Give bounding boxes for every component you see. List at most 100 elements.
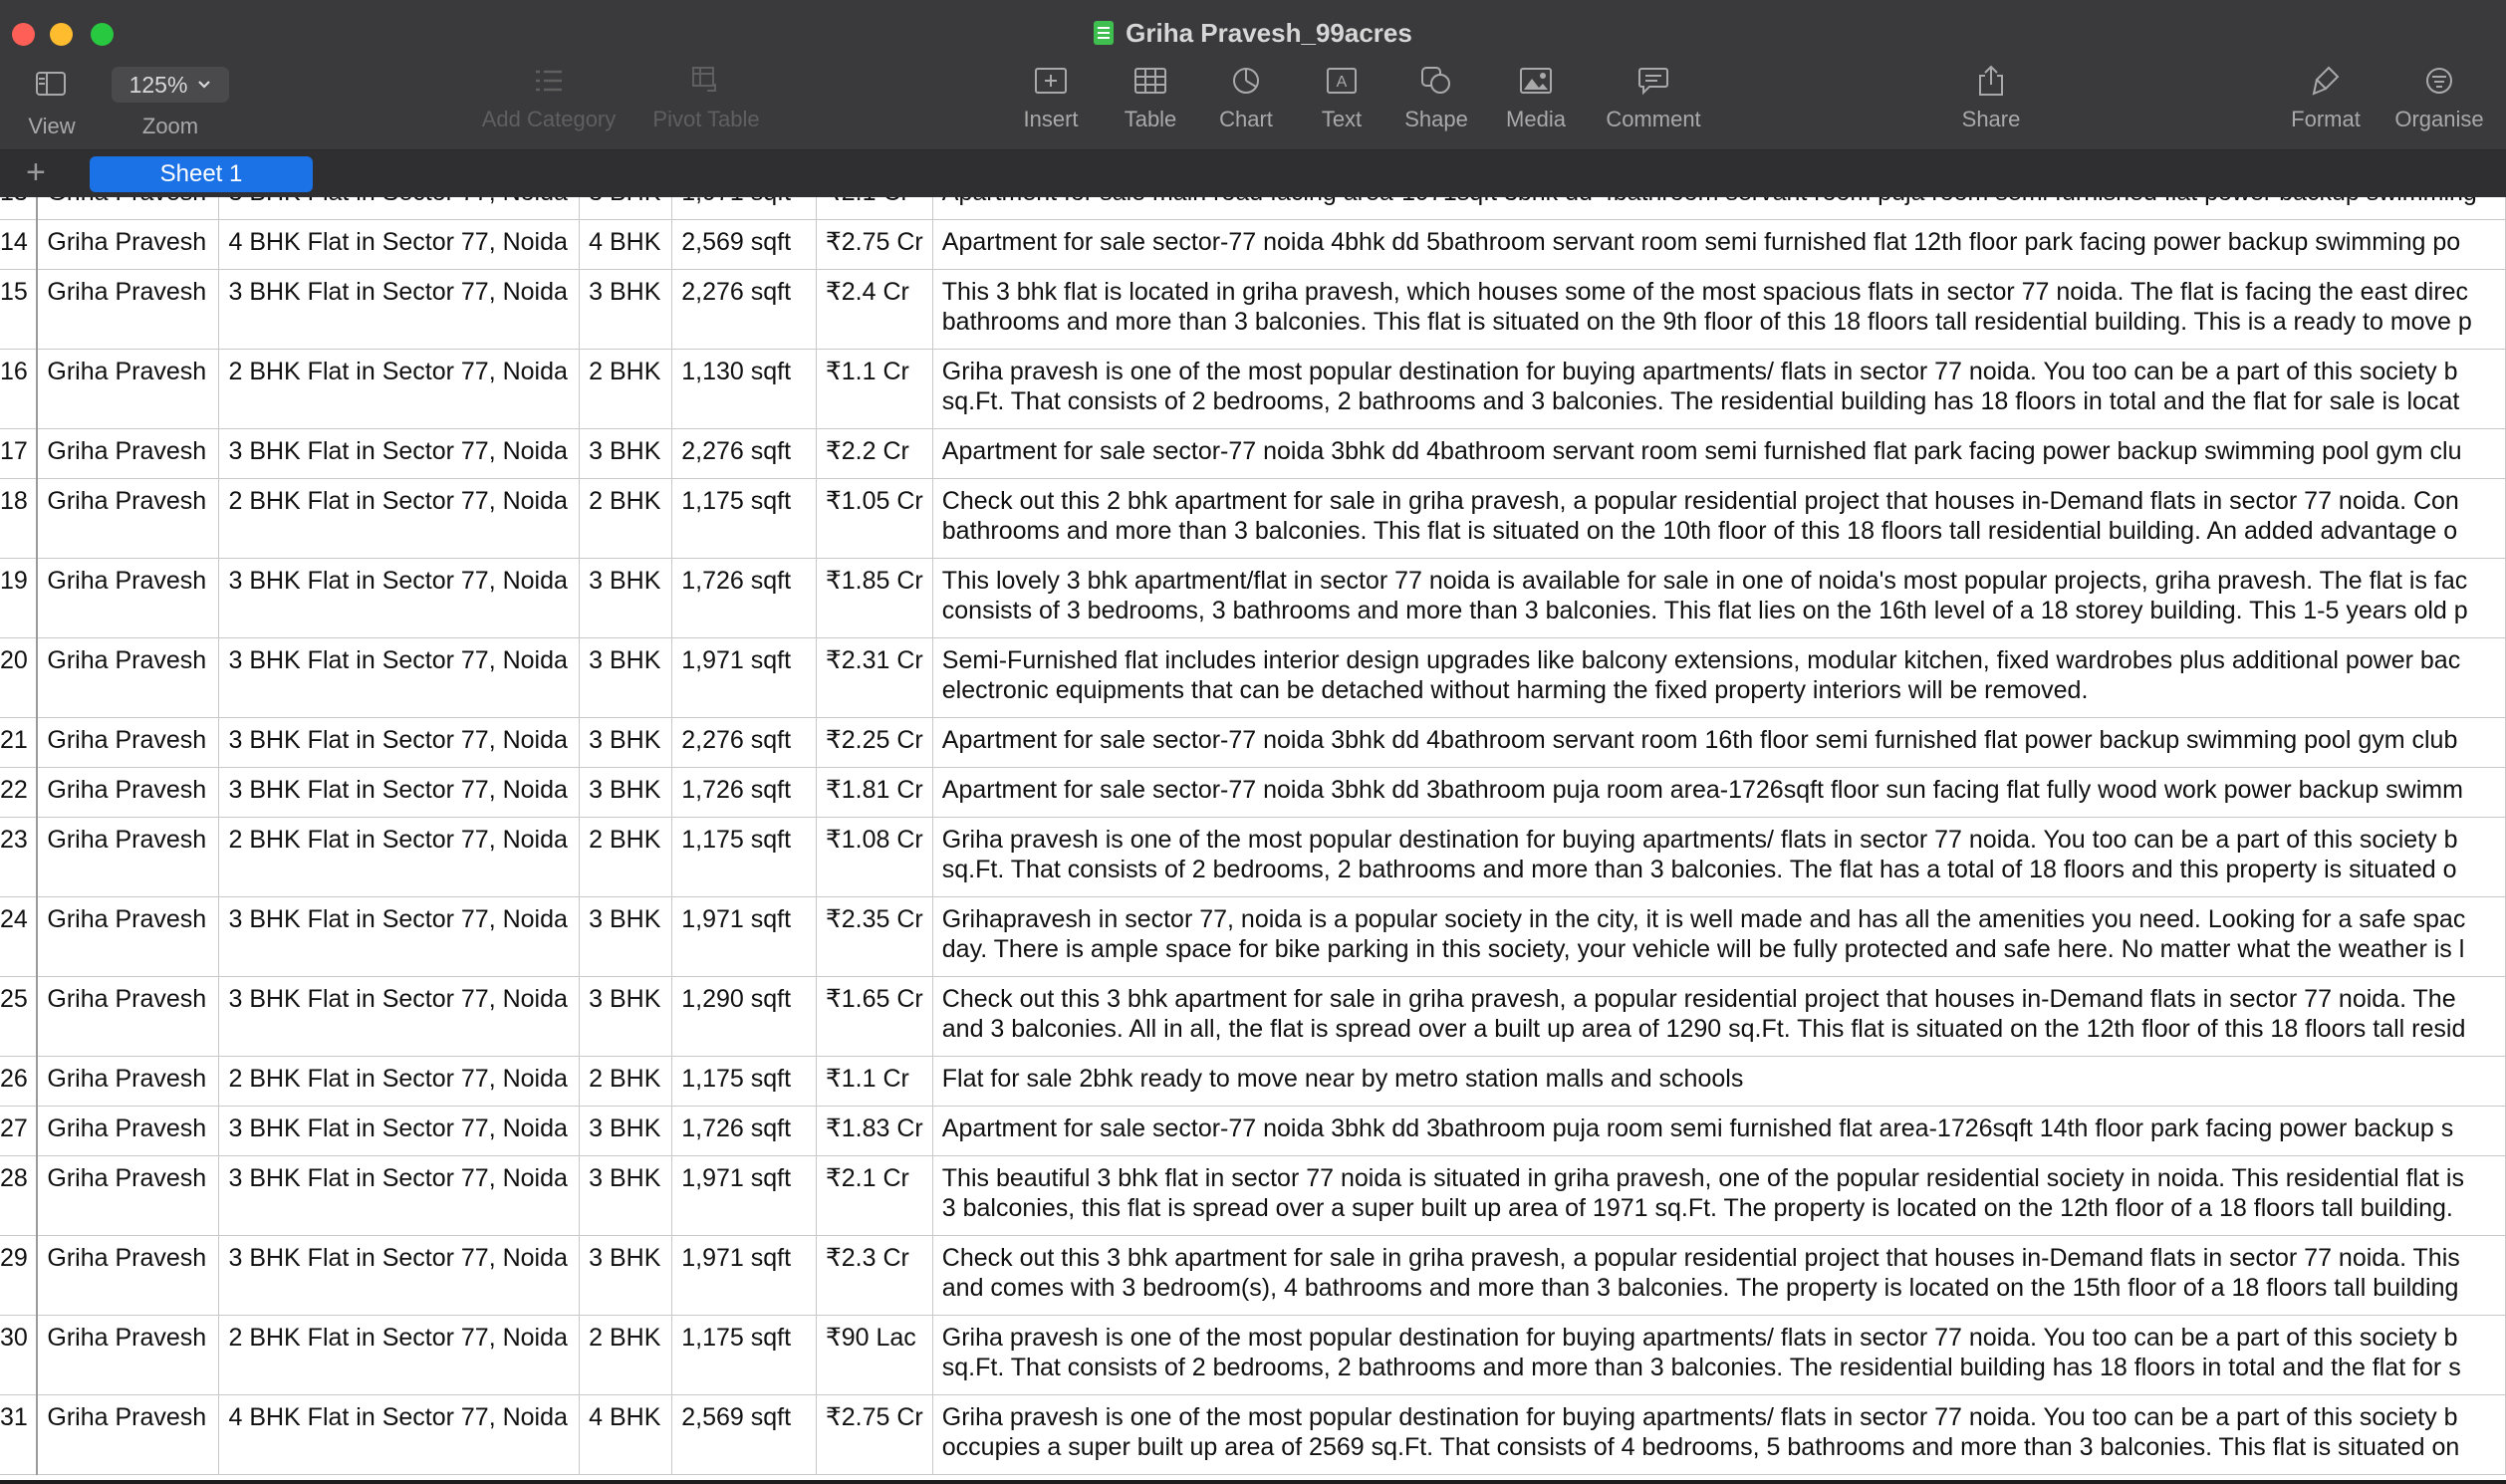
zoom-dropdown[interactable]: 125% xyxy=(112,67,229,103)
area-cell[interactable]: 2,276 sqft xyxy=(671,428,817,479)
description-cell[interactable]: This 3 bhk flat is located in griha prav… xyxy=(931,269,2506,350)
bhk-cell[interactable]: 2 BHK xyxy=(579,478,673,559)
sidebar-view-icon[interactable] xyxy=(36,72,66,101)
project-cell[interactable]: Griha Pravesh xyxy=(36,1155,220,1236)
project-cell[interactable]: Griha Pravesh xyxy=(36,428,220,479)
bhk-cell[interactable]: 3 BHK xyxy=(579,1235,673,1316)
price-cell[interactable]: ₹2.35 Cr xyxy=(815,896,933,977)
description-cell[interactable]: Flat for sale 2bhk ready to move near by… xyxy=(931,1056,2506,1107)
bhk-cell[interactable]: 2 BHK xyxy=(579,1315,673,1395)
price-cell[interactable]: ₹2.2 Cr xyxy=(815,428,933,479)
comment-button[interactable]: Comment xyxy=(1584,62,1723,132)
organise-button[interactable]: Organise xyxy=(2370,62,2506,132)
bhk-cell[interactable]: 3 BHK xyxy=(579,1106,673,1156)
row-number[interactable]: 26 xyxy=(0,1056,39,1107)
title-cell[interactable]: 3 BHK Flat in Sector 77, Noida xyxy=(218,767,581,818)
area-cell[interactable]: 1,971 sqft xyxy=(671,637,817,718)
title-cell[interactable]: 3 BHK Flat in Sector 77, Noida xyxy=(218,1155,581,1236)
area-cell[interactable]: 1,971 sqft xyxy=(671,1235,817,1316)
description-cell[interactable]: Griha pravesh is one of the most popular… xyxy=(931,349,2506,429)
project-cell[interactable]: Griha Pravesh xyxy=(36,637,220,718)
price-cell[interactable]: ₹2.75 Cr xyxy=(815,219,933,270)
title-cell[interactable]: 3 BHK Flat in Sector 77, Noida xyxy=(218,269,581,350)
project-cell[interactable]: Griha Pravesh xyxy=(36,896,220,977)
description-cell[interactable]: Griha pravesh is one of the most popular… xyxy=(931,1315,2506,1395)
description-cell[interactable]: Check out this 3 bhk apartment for sale … xyxy=(931,1235,2506,1316)
description-cell[interactable]: Grihapravesh in sector 77, noida is a po… xyxy=(931,896,2506,977)
row-number[interactable]: 29 xyxy=(0,1235,39,1316)
area-cell[interactable]: 1,726 sqft xyxy=(671,767,817,818)
title-cell[interactable]: 4 BHK Flat in Sector 77, Noida xyxy=(218,1394,581,1475)
bhk-cell[interactable]: 2 BHK xyxy=(579,349,673,429)
row-number[interactable]: 30 xyxy=(0,1315,39,1395)
title-cell[interactable]: 2 BHK Flat in Sector 77, Noida xyxy=(218,1056,581,1107)
bhk-cell[interactable]: 3 BHK xyxy=(579,637,673,718)
sheet-tab-active[interactable]: Sheet 1 xyxy=(90,156,313,192)
description-cell[interactable]: This beautiful 3 bhk flat in sector 77 n… xyxy=(931,1155,2506,1236)
description-cell[interactable]: Griha pravesh is one of the most popular… xyxy=(931,817,2506,897)
project-cell[interactable]: Griha Pravesh xyxy=(36,349,220,429)
title-cell[interactable]: 3 BHK Flat in Sector 77, Noida xyxy=(218,428,581,479)
description-cell[interactable]: Apartment for sale main road facing area… xyxy=(931,197,2506,220)
title-cell[interactable]: 2 BHK Flat in Sector 77, Noida xyxy=(218,817,581,897)
project-cell[interactable]: Griha Pravesh xyxy=(36,219,220,270)
description-cell[interactable]: Apartment for sale sector-77 noida 4bhk … xyxy=(931,219,2506,270)
area-cell[interactable]: 1,726 sqft xyxy=(671,1106,817,1156)
description-cell[interactable]: Check out this 2 bhk apartment for sale … xyxy=(931,478,2506,559)
area-cell[interactable]: 2,569 sqft xyxy=(671,1394,817,1475)
row-number[interactable]: 25 xyxy=(0,976,39,1057)
bhk-cell[interactable]: 4 BHK xyxy=(579,219,673,270)
area-cell[interactable]: 1,726 sqft xyxy=(671,558,817,638)
title-cell[interactable]: 3 BHK Flat in Sector 77, Noida xyxy=(218,1235,581,1316)
row-number[interactable]: 20 xyxy=(0,637,39,718)
bhk-cell[interactable]: 3 BHK xyxy=(579,269,673,350)
add-category-button[interactable]: Add Category xyxy=(479,62,619,132)
bhk-cell[interactable]: 3 BHK xyxy=(579,896,673,977)
project-cell[interactable]: Griha Pravesh xyxy=(36,269,220,350)
bhk-cell[interactable]: 4 BHK xyxy=(579,1394,673,1475)
row-number[interactable]: 15 xyxy=(0,269,39,350)
area-cell[interactable]: 2,569 sqft xyxy=(671,219,817,270)
row-number[interactable]: 18 xyxy=(0,478,39,559)
price-cell[interactable]: ₹2.31 Cr xyxy=(815,637,933,718)
title-cell[interactable]: 2 BHK Flat in Sector 77, Noida xyxy=(218,478,581,559)
project-cell[interactable]: Griha Pravesh xyxy=(36,478,220,559)
area-cell[interactable]: 1,175 sqft xyxy=(671,1056,817,1107)
area-cell[interactable]: 1,971 sqft xyxy=(671,1155,817,1236)
bhk-cell[interactable]: 3 BHK xyxy=(579,976,673,1057)
description-cell[interactable]: Griha pravesh is one of the most popular… xyxy=(931,1394,2506,1475)
spreadsheet-grid[interactable]: 13 Griha Pravesh 3 BHK Flat in Sector 77… xyxy=(0,197,2506,1484)
row-number[interactable]: 13 xyxy=(0,197,39,220)
price-cell[interactable]: ₹2.75 Cr xyxy=(815,1394,933,1475)
price-cell[interactable]: ₹1.81 Cr xyxy=(815,767,933,818)
title-cell[interactable]: 3 BHK Flat in Sector 77, Noida xyxy=(218,896,581,977)
price-cell[interactable]: ₹2.1 Cr xyxy=(815,1155,933,1236)
price-cell[interactable]: ₹2.25 Cr xyxy=(815,717,933,768)
bhk-cell[interactable]: 3 BHK xyxy=(579,558,673,638)
price-cell[interactable]: ₹1.83 Cr xyxy=(815,1106,933,1156)
area-cell[interactable]: 2,276 sqft xyxy=(671,269,817,350)
price-cell[interactable]: ₹90 Lac xyxy=(815,1315,933,1395)
row-number[interactable]: 19 xyxy=(0,558,39,638)
project-cell[interactable]: Griha Pravesh xyxy=(36,197,220,220)
project-cell[interactable]: Griha Pravesh xyxy=(36,558,220,638)
price-cell[interactable]: ₹1.85 Cr xyxy=(815,558,933,638)
price-cell[interactable]: ₹1.08 Cr xyxy=(815,817,933,897)
view-button-label[interactable]: View xyxy=(14,114,90,139)
row-number[interactable]: 31 xyxy=(0,1394,39,1475)
title-cell[interactable]: 3 BHK Flat in Sector 77, Noida xyxy=(218,637,581,718)
row-number[interactable]: 16 xyxy=(0,349,39,429)
area-cell[interactable]: 1,175 sqft xyxy=(671,478,817,559)
area-cell[interactable]: 2,276 sqft xyxy=(671,717,817,768)
row-number[interactable]: 27 xyxy=(0,1106,39,1156)
description-cell[interactable]: Apartment for sale sector-77 noida 3bhk … xyxy=(931,767,2506,818)
price-cell[interactable]: ₹1.05 Cr xyxy=(815,478,933,559)
title-cell[interactable]: 2 BHK Flat in Sector 77, Noida xyxy=(218,1315,581,1395)
price-cell[interactable]: ₹1.1 Cr xyxy=(815,1056,933,1107)
area-cell[interactable]: 1,290 sqft xyxy=(671,976,817,1057)
pivot-table-button[interactable]: Pivot Table xyxy=(636,62,776,132)
title-cell[interactable]: 3 BHK Flat in Sector 77, Noida xyxy=(218,558,581,638)
bhk-cell[interactable]: 3 BHK xyxy=(579,767,673,818)
bhk-cell[interactable]: 3 BHK xyxy=(579,717,673,768)
bhk-cell[interactable]: 3 BHK xyxy=(579,1155,673,1236)
